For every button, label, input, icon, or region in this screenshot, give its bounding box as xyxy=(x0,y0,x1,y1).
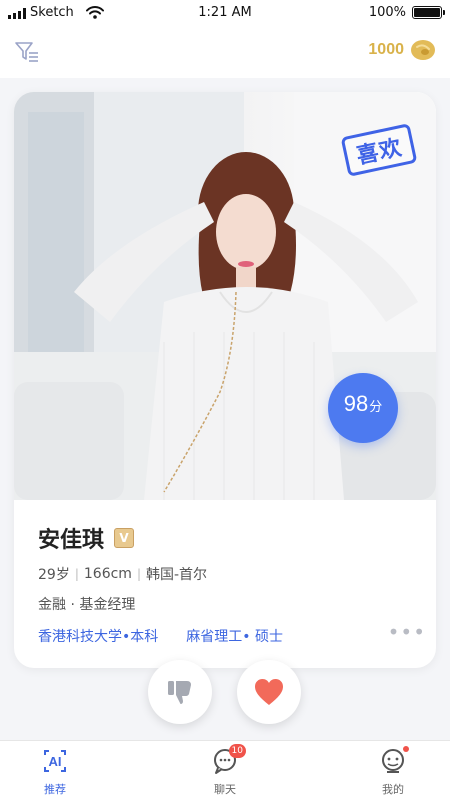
profile-job: 金融 · 基金经理 xyxy=(38,597,136,613)
tab-mine-label: 我的 xyxy=(382,783,404,796)
tab-recommend-label: 推荐 xyxy=(44,783,66,796)
verified-badge-icon: V xyxy=(114,528,135,548)
score-value: 98 xyxy=(343,391,369,416)
dislike-button[interactable] xyxy=(148,660,212,724)
education-undergrad[interactable]: 香港科技大学•本科 xyxy=(38,626,158,646)
education-master[interactable]: 麻省理工• 硕士 xyxy=(186,626,283,646)
coin-balance[interactable]: 1000 xyxy=(368,38,436,62)
top-bar: 1000 xyxy=(0,26,450,78)
profile-face-icon xyxy=(378,746,409,775)
coin-value: 1000 xyxy=(368,41,404,58)
name-row: 安佳琪 V xyxy=(38,522,418,554)
status-right: 100% xyxy=(368,5,445,20)
profile-info: 安佳琪 V 29岁 | 166cm | 韩国-首尔 金融 · 基金经理 香港科技… xyxy=(38,522,425,646)
score-unit: 分 xyxy=(369,400,383,415)
filter-icon[interactable] xyxy=(14,39,40,65)
profile-location: 韩国-首尔 xyxy=(145,567,208,583)
profile-age: 29岁 xyxy=(38,567,70,583)
battery-percent: 100% xyxy=(368,5,406,20)
more-options-icon[interactable]: ••• xyxy=(388,620,426,644)
tab-chat-label: 聊天 xyxy=(214,783,236,796)
meta-divider: | xyxy=(74,567,79,581)
tab-bar: AI 推荐 10 聊天 我的 xyxy=(0,740,450,800)
education-row: 香港科技大学•本科 麻省理工• 硕士 ••• xyxy=(38,620,425,646)
chat-bubble-icon: 10 xyxy=(210,744,246,775)
status-bar: Sketch 1:21 AM 100% xyxy=(0,0,450,26)
svg-text:AI: AI xyxy=(49,754,62,769)
tab-chat[interactable]: 10 聊天 xyxy=(185,744,265,797)
ai-recommend-icon: AI xyxy=(40,747,70,775)
match-score-badge: 98 分 xyxy=(328,373,398,443)
profile-notification-dot xyxy=(403,746,409,752)
battery-icon xyxy=(412,6,445,19)
thumbs-down-icon xyxy=(168,681,191,704)
profile-name: 安佳琪 xyxy=(38,528,105,553)
tab-mine[interactable]: 我的 xyxy=(353,746,433,797)
profile-height: 166cm xyxy=(83,566,132,582)
profile-meta: 29岁 | 166cm | 韩国-首尔 xyxy=(38,564,418,584)
chat-unread-badge: 10 xyxy=(228,744,246,758)
heart-icon xyxy=(255,679,283,705)
coin-bean-icon xyxy=(411,40,435,60)
tab-recommend[interactable]: AI 推荐 xyxy=(15,747,95,797)
meta-divider: | xyxy=(136,567,141,581)
like-button[interactable] xyxy=(237,660,301,724)
